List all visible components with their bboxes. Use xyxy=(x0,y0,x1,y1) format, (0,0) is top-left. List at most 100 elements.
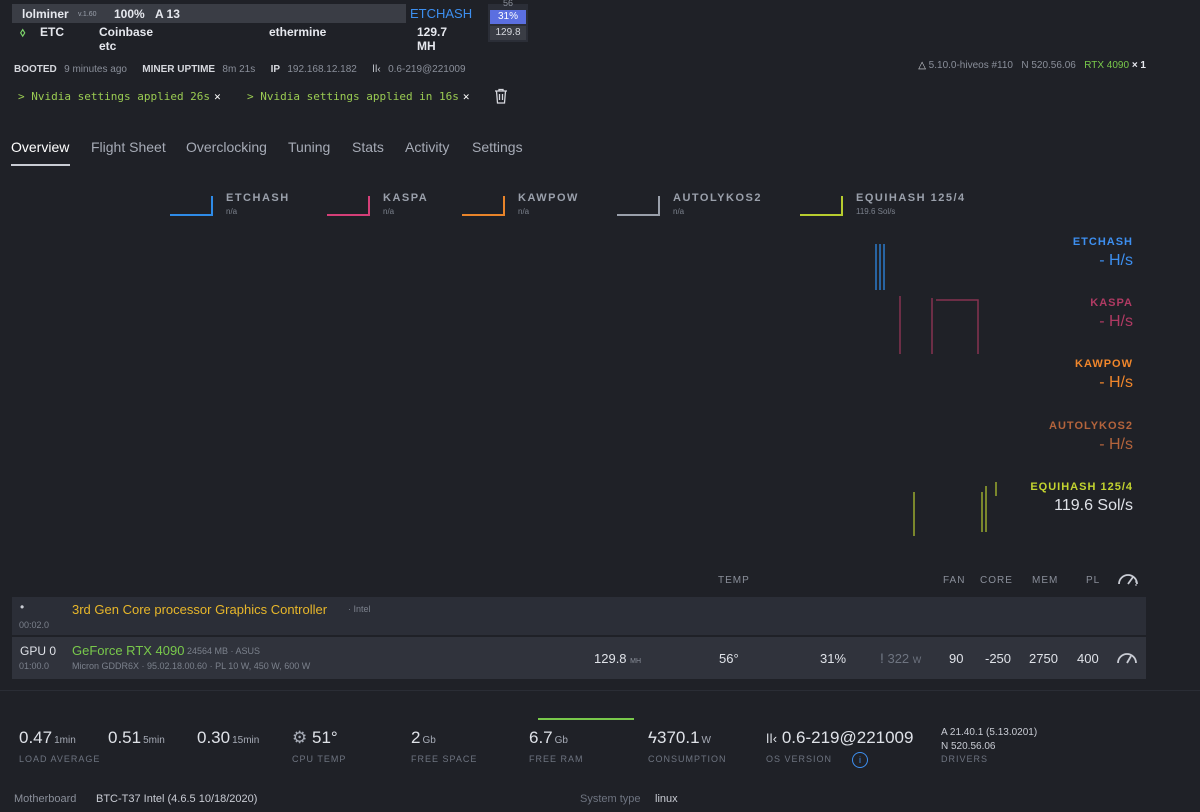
coin-icon: ⬨ xyxy=(20,25,26,39)
load-15min-unit: 15min xyxy=(232,735,260,746)
os-version-value: 0.6-219@221009 xyxy=(781,728,914,747)
tab-settings[interactable]: Settings xyxy=(472,139,523,155)
cpu-icon: ⚙ xyxy=(292,728,308,747)
gpu0-power-unit: W xyxy=(912,655,922,665)
legend-kaspa-swatch xyxy=(327,196,370,216)
load-5min-value: 0.51 xyxy=(108,728,142,747)
trace-etchash xyxy=(875,244,885,290)
free-ram-value: 6.7 xyxy=(529,728,553,747)
ip-value[interactable]: 192.168.12.182 xyxy=(287,64,357,75)
tab-stats[interactable]: Stats xyxy=(352,139,384,155)
cpu-temp-label: CPU TEMP xyxy=(292,754,347,764)
free-space: 2 Gb xyxy=(411,728,436,748)
miner-panel[interactable]: lolminer v.1.60 100% A 13 ETCHASH 56 31%… xyxy=(12,0,532,53)
toast-2-close-icon[interactable]: ✕ xyxy=(463,90,470,103)
tab-bar: Overview Flight Sheet Overclocking Tunin… xyxy=(0,136,1200,170)
tab-overview[interactable]: Overview xyxy=(11,139,69,155)
free-space-unit: Gb xyxy=(422,735,436,746)
miner-row-primary: lolminer v.1.60 100% A 13 xyxy=(12,4,406,23)
load-15min: 0.30 15min xyxy=(197,728,259,748)
drivers-label: DRIVERS xyxy=(941,754,989,764)
chart-kawpow-label: KAWPOW xyxy=(1075,358,1133,370)
gpu0-mem: 24564 MB · ASUS xyxy=(187,646,261,656)
legend-etchash-value: n/a xyxy=(226,207,238,216)
miner-percent: 100% xyxy=(114,7,145,21)
gpu0-hash-unit: MH xyxy=(630,658,642,665)
igpu-marker-icon: • xyxy=(20,600,25,614)
miner-name: lolminer xyxy=(22,7,69,21)
gpu0-hash-value: 129.8 xyxy=(594,651,627,666)
miner-pool: ethermine xyxy=(269,25,327,39)
tab-active-indicator xyxy=(11,164,70,166)
toast-1: > Nvidia settings applied 26s ✕ xyxy=(18,90,221,103)
info-icon[interactable]: i xyxy=(852,752,868,768)
igpu-vendor: · Intel xyxy=(348,604,371,614)
free-ram-unit: Gb xyxy=(554,735,568,746)
motherboard-value: BTC-T37 Intel (4.6.5 10/18/2020) xyxy=(96,793,258,805)
tab-tuning[interactable]: Tuning xyxy=(288,139,330,155)
gpu0-mem-clock: 2750 xyxy=(1029,651,1058,666)
oc-gauge-icon[interactable] xyxy=(1117,571,1141,587)
toast-1-text: > Nvidia settings applied 26s xyxy=(18,90,211,103)
version-icon: ǀǀ‹ xyxy=(766,731,778,746)
trash-icon[interactable] xyxy=(494,88,508,104)
legend-kawpow-swatch xyxy=(462,196,505,216)
booted-value: 9 minutes ago xyxy=(64,64,127,75)
igpu-name: 3rd Gen Core processor Graphics Controll… xyxy=(72,602,328,617)
chart-autolykos2-value: - H/s xyxy=(1099,436,1133,453)
chart-autolykos2-label: AUTOLYKOS2 xyxy=(1049,420,1133,432)
header-mem: MEM xyxy=(1032,575,1059,586)
load-1min-value: 0.47 xyxy=(19,728,53,747)
header-pl: PL xyxy=(1086,575,1101,586)
legend-kaspa-value: n/a xyxy=(383,207,395,216)
uptime-label: MINER UPTIME xyxy=(142,64,216,75)
free-space-value: 2 xyxy=(411,728,421,747)
free-ram-label: FREE RAM xyxy=(529,754,584,764)
gpu-count: × 1 xyxy=(1131,60,1146,71)
version-icon: ǀǀ‹ xyxy=(372,64,381,75)
gpu0-name: GeForce RTX 4090 xyxy=(72,643,185,658)
toast-1-close-icon[interactable]: ✕ xyxy=(214,90,221,103)
legend-equihash-name: EQUIHASH 125/4 xyxy=(856,192,966,204)
toast-2-text: > Nvidia settings applied in 16s xyxy=(247,90,459,103)
system-type-value: linux xyxy=(655,793,678,805)
tab-flight-sheet[interactable]: Flight Sheet xyxy=(91,139,166,155)
legend-equihash-value: 119.6 Sol/s xyxy=(856,207,896,216)
chart-kaspa-label: KASPA xyxy=(1090,297,1133,309)
bottom-separator xyxy=(0,690,1200,691)
header-core: CORE xyxy=(980,575,1013,586)
gpu-row-0[interactable]: GPU 0 01:00.0 GeForce RTX 4090 24564 MB … xyxy=(12,637,1146,679)
version-value: 0.6-219@221009 xyxy=(388,64,466,75)
load-5min: 0.51 5min xyxy=(108,728,165,748)
booted-label: BOOTED xyxy=(14,64,57,75)
chart-kawpow-value: - H/s xyxy=(1099,374,1133,391)
igpu-bus: 00:02.0 xyxy=(19,620,50,630)
legend-autolykos2-name: AUTOLYKOS2 xyxy=(673,192,762,204)
uptime-value: 8m 21s xyxy=(222,64,256,75)
legend-kawpow-value: n/a xyxy=(518,207,530,216)
gpu0-core: -250 xyxy=(985,651,1012,666)
gpu-row-igpu[interactable]: • 00:02.0 3rd Gen Core processor Graphic… xyxy=(12,597,1146,635)
tab-activity[interactable]: Activity xyxy=(405,139,449,155)
gpu0-oc-gauge-icon[interactable] xyxy=(1116,649,1138,665)
header-temp: TEMP xyxy=(718,575,750,586)
consumption-value: 370.1 xyxy=(657,728,700,747)
load-15min-value: 0.30 xyxy=(197,728,231,747)
toast-2: > Nvidia settings applied in 16s ✕ xyxy=(247,90,470,103)
legend-etchash-name: ETCHASH xyxy=(226,192,290,204)
linux-icon: △ xyxy=(918,60,926,71)
legend-kaspa-name: KASPA xyxy=(383,192,429,204)
nvidia-driver: N 520.56.06 xyxy=(1021,60,1076,71)
cpu-temp: ⚙ 51° xyxy=(292,728,338,748)
ip-label: IP xyxy=(270,64,281,75)
legend-kawpow-name: KAWPOW xyxy=(518,192,579,204)
gpu0-id: GPU 0 xyxy=(20,644,57,658)
miner-coin: ETC xyxy=(40,25,64,39)
system-info: △ 5.10.0-hiveos #110 N 520.56.06 RTX 409… xyxy=(918,60,1146,71)
trace-equihash xyxy=(913,482,997,536)
gpu-summary-temp: 56 xyxy=(502,0,513,8)
tab-overclocking[interactable]: Overclocking xyxy=(186,139,267,155)
gpu0-fan: 31% xyxy=(820,651,847,666)
gpu0-bus: 01:00.0 xyxy=(19,661,50,671)
motherboard-label: Motherboard xyxy=(14,793,77,805)
